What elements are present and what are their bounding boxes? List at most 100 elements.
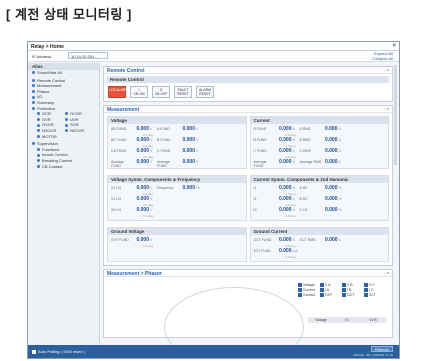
unit: %: [338, 186, 342, 190]
sidebar: Alias Show/Hide All Remote Control Measu…: [28, 63, 100, 347]
legend-item[interactable]: GCT: [342, 293, 364, 297]
sidebar-item-motor[interactable]: MOTOR: [36, 134, 64, 140]
panel-title: Measurement - ×: [104, 106, 392, 113]
legend-label: I C: [369, 288, 374, 292]
value-label: ZCT FUND: [253, 249, 271, 253]
unit: V: [196, 138, 199, 142]
legend-item[interactable]: I B: [342, 288, 364, 292]
radio-icon: [37, 118, 40, 122]
panel-controls-icon[interactable]: - ×: [384, 67, 389, 72]
legend-item[interactable]: GVT: [320, 293, 342, 297]
legend-item[interactable]: I C: [364, 288, 386, 292]
value: 0.000: [136, 185, 149, 191]
legend-item[interactable]: V A: [320, 283, 342, 287]
legend-item[interactable]: ZCT: [364, 293, 386, 297]
legend-label: Current: [303, 288, 315, 292]
checkbox-icon[interactable]: [298, 283, 302, 287]
section-header: Ground Current: [250, 228, 388, 235]
csym-rows: I1 0.000 A A H2 0.000% 0.0 deg I2 0.000 A B H2 0.0…: [251, 183, 389, 220]
checkbox-icon[interactable]: [342, 293, 346, 297]
ip-label: IP Address: [32, 54, 52, 59]
relay-window: Relay > Home × IP Address 10.10.20.251 E…: [27, 41, 400, 359]
value-label: BC FUND: [111, 138, 127, 142]
unit: V: [196, 127, 199, 131]
panel-controls-icon[interactable]: - ×: [384, 106, 389, 111]
panel-title: Remote Control - ×: [104, 67, 392, 74]
radio-icon: [37, 129, 40, 133]
bar-label: V1%: [369, 318, 377, 322]
ip-address-input[interactable]: 10.10.20.251: [68, 52, 108, 59]
phasor-legend: Voltage V A V B V C Current I A I B I C Ground GV…: [298, 283, 386, 297]
angle-value: 0.0 deg: [285, 255, 296, 259]
value: 0.000: [136, 159, 149, 165]
value-label: Average RMS: [299, 160, 322, 164]
radio-icon: [65, 112, 68, 116]
value: 0.000: [278, 248, 292, 254]
checkbox-icon[interactable]: [320, 288, 324, 292]
local-remote-button[interactable]: LOCAL/REMOTE: [108, 86, 136, 98]
unit: A: [292, 208, 295, 212]
radio-icon: [37, 134, 40, 138]
value-label: C FUND: [157, 149, 171, 153]
checkbox-icon[interactable]: [342, 283, 346, 287]
sidebar-item-label: NSOVR: [70, 127, 85, 133]
checkbox-icon[interactable]: [298, 293, 302, 297]
legend-item[interactable]: I A: [320, 288, 342, 292]
ip-bar: IP Address 10.10.20.251 Expand All Colla…: [28, 51, 399, 62]
unit: V: [196, 160, 199, 164]
value-label: Average FUND: [157, 160, 170, 168]
sidebar-item-nsovr[interactable]: NSOVR: [64, 128, 92, 134]
auto-polling-toggle[interactable]: Auto Polling ( 1000 msec ): [32, 349, 85, 354]
collapse-all-link[interactable]: Collapse All: [372, 56, 393, 62]
checkbox-icon[interactable]: [298, 288, 302, 292]
unit: Hz: [196, 186, 201, 190]
value: 0.000: [278, 137, 292, 143]
voltage-symm-box: Voltage Symm. Components & Frequency V1 …: [107, 175, 247, 221]
legend-item[interactable]: V C: [364, 283, 386, 287]
checkbox-icon[interactable]: [320, 293, 324, 297]
angle-value: 0.0 deg: [285, 214, 296, 218]
checkbox-icon[interactable]: [342, 288, 346, 292]
phasor-circle: [164, 287, 304, 347]
cb-on-button[interactable]: I CB ON: [130, 86, 148, 98]
unit: A: [292, 127, 295, 131]
measurement-row-item: I1 0.000 A A H2 0.000%: [254, 185, 386, 195]
legend-item[interactable]: V B: [342, 283, 364, 287]
unit: A: [292, 238, 295, 242]
value: 0.000: [182, 148, 195, 154]
sidebar-item-cb-contact[interactable]: CB Contact: [28, 164, 99, 170]
unit: V: [150, 208, 153, 212]
measurement-row: Ground Voltage GVT FUND 0.000 V 0.0 deg Gro…: [104, 224, 392, 265]
bar-label: V1: [344, 318, 350, 322]
checkbox-icon[interactable]: [364, 283, 368, 287]
unit: V: [150, 127, 153, 131]
scrollbar[interactable]: [394, 65, 397, 165]
panel-controls-icon[interactable]: - ×: [384, 270, 389, 275]
legend-item[interactable]: Current: [298, 288, 320, 292]
checkbox-icon[interactable]: [364, 288, 368, 292]
value: 0.000: [278, 126, 292, 132]
radio-icon: [32, 84, 35, 88]
legend-item[interactable]: Ground: [298, 293, 320, 297]
value: 0.000: [136, 196, 149, 202]
checkbox-icon[interactable]: [32, 349, 36, 354]
unit: V: [150, 238, 153, 242]
unit: A: [292, 186, 295, 190]
legend-item[interactable]: Voltage: [298, 283, 320, 287]
fault-reset-button[interactable]: FAULT RESET: [174, 86, 192, 98]
section-header: Ground Voltage: [108, 228, 246, 235]
unit: V: [150, 149, 153, 153]
cb-off-button[interactable]: O CB OFF: [152, 86, 170, 98]
close-icon[interactable]: ×: [392, 43, 396, 49]
unit: V: [150, 138, 153, 142]
alarm-reset-button[interactable]: ALARM RESET: [196, 86, 214, 98]
checkbox-icon[interactable]: [320, 283, 324, 287]
unit: A: [292, 138, 295, 142]
unit: mA: [292, 249, 298, 253]
legend-label: Voltage: [303, 283, 315, 287]
legend-label: I B: [347, 288, 352, 292]
checkbox-icon[interactable]: [364, 293, 368, 297]
legend-label: GVT: [325, 293, 333, 297]
measurement-row-item: I2 0.000 A B H2 0.000%: [254, 196, 386, 206]
refresh-button[interactable]: Refresh: [371, 346, 393, 352]
